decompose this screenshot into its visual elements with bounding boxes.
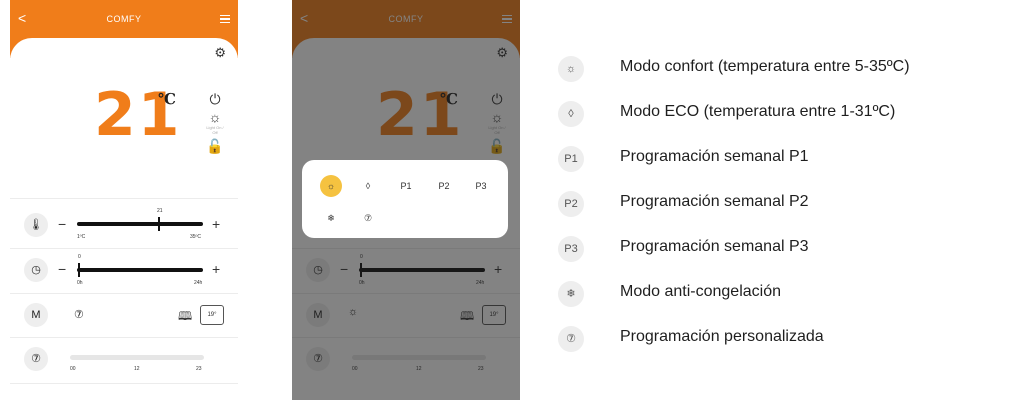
- temp-min-label: 1ºC: [77, 234, 86, 240]
- temperature-unit: ℃: [158, 90, 176, 108]
- divider: [10, 337, 238, 338]
- phone-screen-mode-selector: < COMFY ⚙ 21 ℃ ⏻ ☼ Light On / Off 🔓 ◷ − …: [292, 0, 520, 400]
- sun-icon: ☼: [558, 56, 584, 82]
- legend-text: Modo confort (temperatura entre 5-35ºC): [620, 58, 910, 75]
- schedule-program-icon[interactable]: ⑦: [24, 347, 48, 371]
- temp-slider-track[interactable]: [77, 222, 203, 226]
- schedule-tick: 00: [70, 366, 76, 372]
- temp-slider-value: 21: [157, 208, 163, 214]
- legend-text: Modo ECO (temperatura entre 1-31ºC): [620, 103, 896, 120]
- custom-program-icon: ⑦: [558, 326, 584, 352]
- settings-gear-icon[interactable]: ⚙: [214, 45, 226, 61]
- temp-slider-handle[interactable]: [158, 217, 160, 231]
- divider: [10, 248, 238, 249]
- custom-program-button[interactable]: ⑦: [357, 207, 379, 229]
- p3-mode-button[interactable]: P3: [470, 175, 492, 197]
- legend-item-p1: P1 Programación semanal P1: [558, 142, 1008, 178]
- eco-mode-button[interactable]: ◊: [357, 175, 379, 197]
- light-bulb-icon[interactable]: ☼: [206, 110, 224, 124]
- p2-icon: P2: [558, 191, 584, 217]
- temp-minus-button[interactable]: −: [58, 216, 66, 232]
- legend-item-p2: P2 Programación semanal P2: [558, 187, 1008, 223]
- timer-minus-button[interactable]: −: [58, 261, 66, 277]
- legend-item-p3: P3 Programación semanal P3: [558, 232, 1008, 268]
- phone-screen-main: < COMFY ⚙ 21 ℃ ⏻ ☼ Light On / Off 🔓 🌡 − …: [10, 0, 238, 400]
- legend-text: Programación semanal P2: [620, 193, 809, 210]
- divider: [10, 383, 238, 384]
- legend-item-anti-freeze: ❄ Modo anti-congelación: [558, 277, 1008, 313]
- p1-icon: P1: [558, 146, 584, 172]
- p2-mode-button[interactable]: P2: [433, 175, 455, 197]
- divider: [10, 293, 238, 294]
- schedule-tick: 23: [196, 366, 202, 372]
- legend-item-custom: ⑦ Programación personalizada: [558, 322, 1008, 358]
- leaf-icon: ◊: [558, 101, 584, 127]
- p3-icon: P3: [558, 236, 584, 262]
- light-label: Light On / Off: [206, 125, 224, 135]
- clock-icon: ◷: [24, 258, 48, 282]
- legend-text: Programación semanal P3: [620, 238, 809, 255]
- legend-text: Modo anti-congelación: [620, 283, 781, 300]
- snowflake-icon: ❄: [558, 281, 584, 307]
- timer-plus-button[interactable]: +: [212, 261, 220, 277]
- power-icon[interactable]: ⏻: [206, 92, 224, 106]
- app-title: COMFY: [106, 14, 142, 24]
- legend-text: Programación semanal P1: [620, 148, 809, 165]
- house-temperature-icon[interactable]: 19°: [200, 305, 224, 325]
- timer-slider-track[interactable]: [77, 268, 203, 272]
- timer-min-label: 0h: [77, 280, 83, 286]
- temp-plus-button[interactable]: +: [212, 216, 220, 232]
- mode-button[interactable]: M: [24, 303, 48, 327]
- legend-item-eco: ◊ Modo ECO (temperatura entre 1-31ºC): [558, 97, 1008, 133]
- legend-text: Programación personalizada: [620, 328, 824, 345]
- mode-selector-popup: ☼ ◊ P1 P2 P3 ❄ ⑦: [302, 160, 508, 238]
- side-controls: ⏻ ☼ Light On / Off 🔓: [206, 92, 224, 153]
- timer-slider-value: 0: [78, 254, 81, 260]
- temp-max-label: 35ºC: [190, 234, 201, 240]
- divider: [10, 198, 238, 199]
- custom-program-icon[interactable]: ⑦: [74, 308, 84, 321]
- hamburger-menu-icon[interactable]: [220, 15, 230, 23]
- schedule-bar[interactable]: [70, 355, 204, 360]
- thermometer-icon: 🌡: [24, 213, 48, 237]
- timer-max-label: 24h: [194, 280, 203, 286]
- book-icon[interactable]: 🕮: [178, 307, 192, 328]
- lock-icon[interactable]: 🔓: [206, 139, 224, 153]
- anti-freeze-mode-button[interactable]: ❄: [320, 207, 342, 229]
- legend-item-comfort: ☼ Modo confort (temperatura entre 5-35ºC…: [558, 52, 1008, 88]
- comfort-mode-button[interactable]: ☼: [320, 175, 342, 197]
- p1-mode-button[interactable]: P1: [395, 175, 417, 197]
- schedule-tick: 12: [134, 366, 140, 372]
- timer-slider-handle[interactable]: [78, 263, 80, 277]
